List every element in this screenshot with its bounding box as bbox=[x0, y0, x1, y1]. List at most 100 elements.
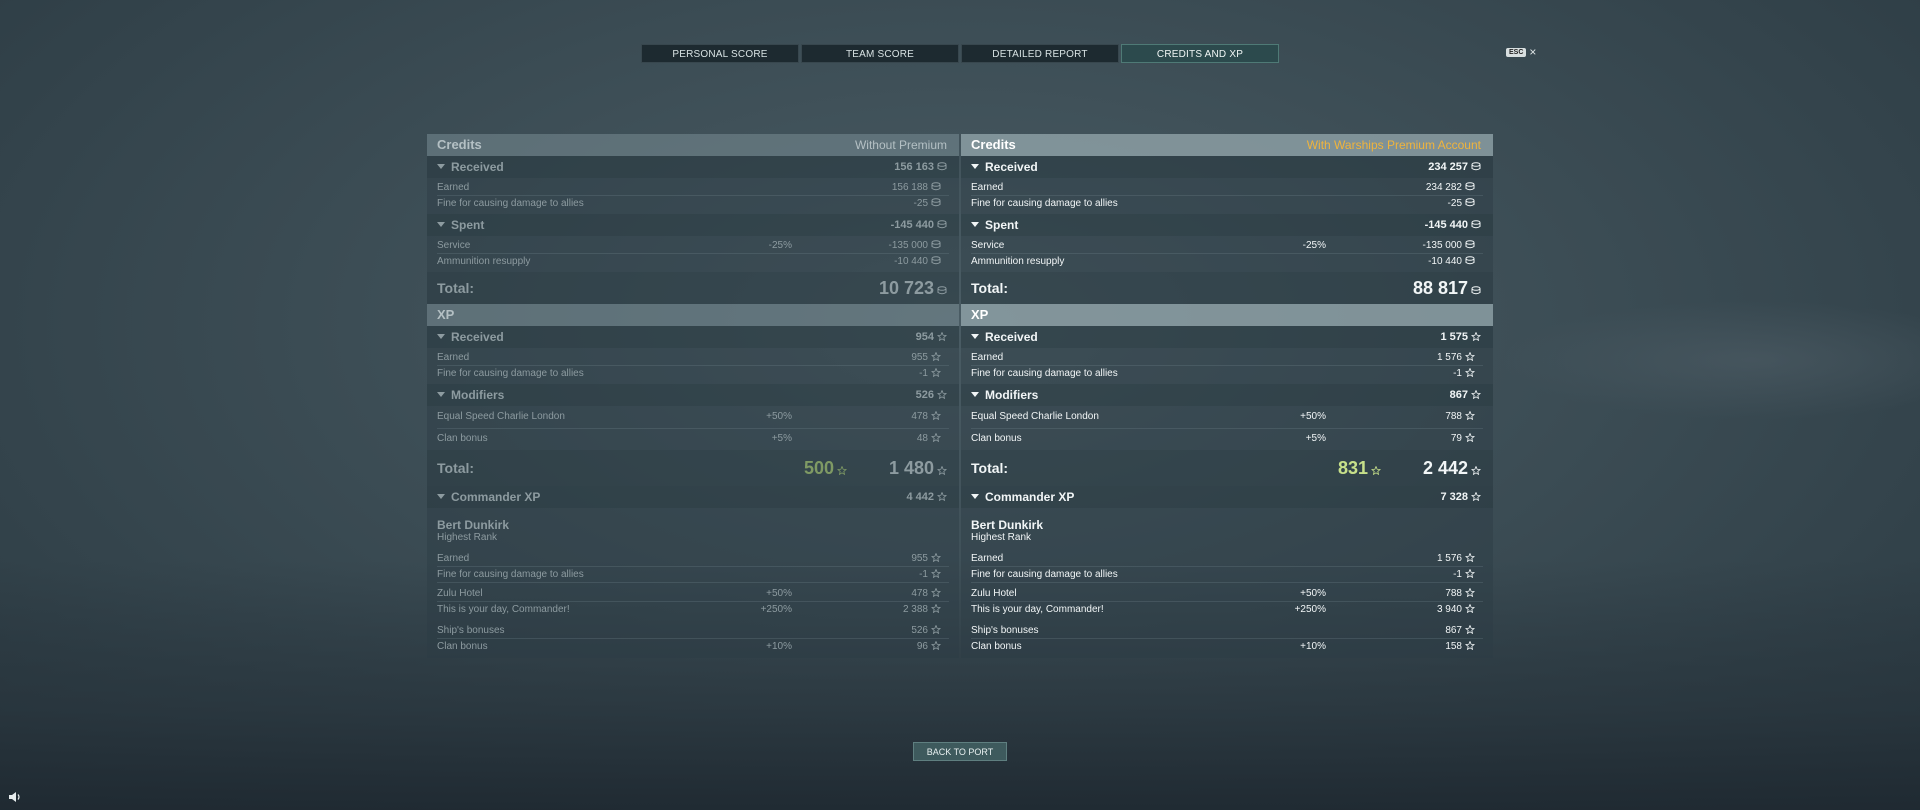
esc-key-badge: ESC bbox=[1506, 47, 1527, 57]
credits-coin-icon bbox=[931, 240, 941, 249]
cmd-ship-bonuses-value: 526 bbox=[911, 623, 941, 638]
credits-spent-value: -145 440 bbox=[1425, 214, 1481, 236]
tab-detailed-report[interactable]: DETAILED REPORT bbox=[961, 44, 1119, 63]
xp-earned-value: 1 576 bbox=[1437, 350, 1475, 365]
xp-earned-row: Earned 955 bbox=[427, 350, 959, 365]
xp-star-icon bbox=[1465, 625, 1475, 634]
chevron-down-icon bbox=[971, 494, 979, 499]
modifier-clan-value: 79 bbox=[1451, 429, 1475, 449]
xp-received-header[interactable]: Received 954 bbox=[427, 326, 959, 348]
credits-total-value: 10 723 bbox=[879, 272, 947, 304]
speaker-icon[interactable] bbox=[8, 791, 22, 803]
credits-coin-icon bbox=[1465, 198, 1475, 207]
credits-coin-icon bbox=[937, 162, 947, 171]
credits-spent-header[interactable]: Spent -145 440 bbox=[961, 214, 1493, 236]
premium-status-tag: Without Premium bbox=[854, 138, 947, 152]
cmd-fine-label: Fine for causing damage to allies bbox=[971, 569, 1118, 580]
ammo-resupply-label: Ammunition resupply bbox=[437, 256, 531, 267]
credits-fine-value: -25 bbox=[914, 196, 941, 211]
credits-fine-row: Fine for causing damage to allies -25 bbox=[961, 196, 1493, 211]
tab-team-score[interactable]: TEAM SCORE bbox=[801, 44, 959, 63]
credits-spent-details: Service -25% -135 000 Ammunition resupply -1… bbox=[427, 236, 959, 272]
xp-star-icon bbox=[931, 411, 941, 420]
chevron-down-icon bbox=[971, 164, 979, 169]
cmd-clan-bonus-row: Clan bonus +10% 158 bbox=[961, 639, 1493, 654]
commander-xp-label: Commander XP bbox=[985, 490, 1075, 504]
xp-total: Total: 831 2 442 bbox=[961, 450, 1493, 486]
commander-xp-header[interactable]: Commander XP 4 442 bbox=[427, 486, 959, 508]
cmd-clan-bonus-percent: +10% bbox=[1300, 641, 1326, 652]
cmd-ship-bonuses-row: Ship's bonuses 867 bbox=[961, 623, 1493, 638]
credits-coin-icon bbox=[937, 220, 947, 229]
service-row: Service -25% -135 000 bbox=[961, 238, 1493, 253]
cmd-fine-row: Fine for causing damage to allies -1 bbox=[961, 567, 1493, 582]
service-value: -135 000 bbox=[889, 238, 941, 253]
xp-received-header[interactable]: Received 1 575 bbox=[961, 326, 1493, 348]
ammo-resupply-label: Ammunition resupply bbox=[971, 256, 1065, 267]
xp-section-title: XP bbox=[427, 304, 959, 326]
ammo-resupply-value: -10 440 bbox=[1428, 254, 1475, 269]
modifier-flag-value: 478 bbox=[911, 408, 941, 426]
chevron-down-icon bbox=[437, 164, 445, 169]
commander-xp-header[interactable]: Commander XP 7 328 bbox=[961, 486, 1493, 508]
xp-star-icon bbox=[1465, 553, 1475, 562]
credits-received-details: Earned 234 282 Fine for causing damage to … bbox=[961, 178, 1493, 214]
xp-star-icon bbox=[931, 625, 941, 634]
xp-fine-label: Fine for causing damage to allies bbox=[437, 368, 584, 379]
xp-star-icon bbox=[931, 368, 941, 377]
close-button[interactable]: ESC × bbox=[1506, 45, 1536, 59]
xp-star-icon bbox=[931, 352, 941, 361]
cmd-fine-value: -1 bbox=[1453, 567, 1475, 582]
credits-earned-label: Earned bbox=[437, 182, 470, 193]
credits-coin-icon bbox=[931, 182, 941, 191]
cmd-earned-row: Earned 955 bbox=[427, 551, 959, 566]
service-label: Service bbox=[971, 240, 1005, 251]
cmd-fine-value: -1 bbox=[919, 567, 941, 582]
xp-modifiers-header[interactable]: Modifiers 526 bbox=[427, 384, 959, 406]
modifier-clan-row: Clan bonus +5% 48 bbox=[427, 429, 959, 447]
xp-star-icon bbox=[1465, 604, 1475, 613]
commander-xp-label: Commander XP bbox=[451, 490, 541, 504]
credits-coin-icon bbox=[1471, 220, 1481, 229]
xp-star-icon bbox=[1471, 492, 1481, 501]
modifier-clan-percent: +5% bbox=[1305, 433, 1326, 444]
credits-spent-header[interactable]: Spent -145 440 bbox=[427, 214, 959, 236]
xp-earned-label: Earned bbox=[971, 352, 1004, 363]
commander-xp-details: Bert Dunkirk Highest Rank Earned 1 576 Fine … bbox=[961, 508, 1493, 658]
tab-credits-and-xp[interactable]: CREDITS AND XP bbox=[1121, 44, 1279, 63]
xp-fine-value: -1 bbox=[919, 366, 941, 381]
xp-modifiers-label: Modifiers bbox=[985, 388, 1039, 402]
ammo-resupply-row: Ammunition resupply -10 440 bbox=[427, 254, 959, 269]
xp-star-icon bbox=[1465, 588, 1475, 597]
service-label: Service bbox=[437, 240, 471, 251]
tab-bar: PERSONAL SCORE TEAM SCORE DETAILED REPOR… bbox=[641, 44, 1279, 63]
cmd-your-day-percent: +250% bbox=[760, 604, 792, 615]
xp-star-icon bbox=[1465, 368, 1475, 377]
cmd-clan-bonus-value: 158 bbox=[1445, 639, 1475, 654]
credits-received-header[interactable]: Received 156 163 bbox=[427, 156, 959, 178]
xp-section-title: XP bbox=[961, 304, 1493, 326]
credits-coin-icon bbox=[1465, 256, 1475, 265]
xp-star-icon bbox=[937, 390, 947, 399]
xp-modifiers-header[interactable]: Modifiers 867 bbox=[961, 384, 1493, 406]
modifier-flag-percent: +50% bbox=[766, 411, 792, 422]
xp-star-icon bbox=[1465, 641, 1475, 650]
xp-total-value: 1 480 bbox=[889, 450, 947, 486]
cmd-zulu-hotel-value: 478 bbox=[911, 586, 941, 601]
service-value: -135 000 bbox=[1423, 238, 1475, 253]
cmd-zulu-hotel-percent: +50% bbox=[1300, 588, 1326, 599]
back-to-port-button[interactable]: BACK TO PORT bbox=[913, 742, 1007, 761]
credits-received-header[interactable]: Received 234 257 bbox=[961, 156, 1493, 178]
close-icon: × bbox=[1529, 45, 1537, 59]
xp-star-icon bbox=[1471, 390, 1481, 399]
credits-coin-icon bbox=[937, 286, 947, 295]
xp-modifiers-details: Equal Speed Charlie London +50% 478 Clan bo… bbox=[427, 406, 959, 450]
cmd-fine-label: Fine for causing damage to allies bbox=[437, 569, 584, 580]
credits-coin-icon bbox=[1471, 162, 1481, 171]
credits-section-title: Credits With Warships Premium Account bbox=[961, 134, 1493, 156]
modifier-flag-value: 788 bbox=[1445, 408, 1475, 426]
panel-without-premium: Credits Without Premium Received 156 163 Ear… bbox=[427, 134, 959, 658]
tab-personal-score[interactable]: PERSONAL SCORE bbox=[641, 44, 799, 63]
xp-modifiers-details: Equal Speed Charlie London +50% 788 Clan bo… bbox=[961, 406, 1493, 450]
credits-total: Total: 10 723 bbox=[427, 272, 959, 304]
